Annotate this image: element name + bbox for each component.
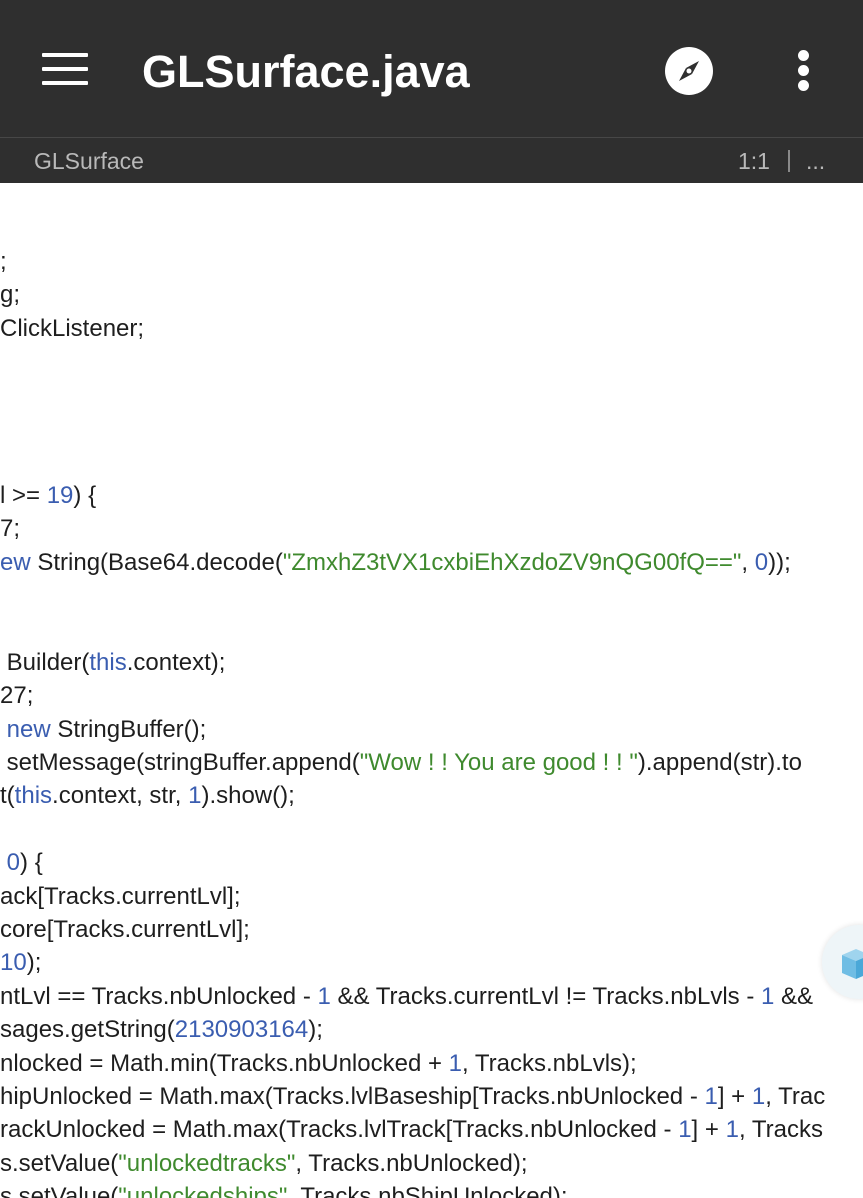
code-line: s.setValue("unlockedtracks", Tracks.nbUn…	[0, 1147, 528, 1180]
code-token: new	[6, 716, 51, 743]
code-token: ).show();	[201, 782, 295, 809]
code-token: "ZmxhZ3tVX1cxbiEhXzdoZV9nQG00fQ=="	[282, 549, 742, 576]
code-token: 1	[678, 1116, 692, 1143]
code-token: , Trac	[765, 1083, 826, 1110]
code-token: ).append(str).to	[637, 749, 802, 776]
more-vert-icon[interactable]	[796, 50, 812, 92]
code-line: sages.getString(2130903164);	[0, 1013, 323, 1046]
code-line: g;	[0, 278, 20, 311]
cursor-position: 1:1	[738, 148, 770, 174]
code-token: 0	[754, 549, 769, 576]
code-token: "unlockedships"	[118, 1183, 288, 1198]
code-token: 1	[704, 1083, 718, 1110]
code-token: s.setValue(	[0, 1150, 119, 1177]
code-line: rackUnlocked = Math.max(Tracks.lvlTrack[…	[0, 1113, 823, 1146]
code-token: this	[89, 649, 127, 676]
code-token: s.setValue(	[0, 1183, 119, 1198]
code-token: && Tracks.currentLvl != Tracks.nbLvls -	[330, 983, 761, 1010]
code-line: setMessage(stringBuffer.append("Wow ! ! …	[0, 746, 802, 779]
code-token: 1	[760, 983, 775, 1010]
app-bar: GLSurface.java	[0, 0, 863, 137]
code-editor[interactable]: ; g; ClickListener; l >= 19) {7; ew String(B…	[0, 183, 863, 1198]
code-token: 1	[725, 1116, 739, 1143]
code-line: t(this.context, str, 1).show();	[0, 779, 295, 812]
code-token: ] +	[717, 1083, 752, 1110]
code-token: , Tracks	[738, 1116, 823, 1143]
code-token: &&	[774, 983, 814, 1010]
code-token: , Tracks.nbShipUnlocked);	[287, 1183, 568, 1198]
code-token: .context);	[126, 649, 226, 676]
code-token: StringBuffer();	[50, 716, 207, 743]
code-line: core[Tracks.currentLvl];	[0, 913, 250, 946]
more-options[interactable]: ...	[806, 148, 825, 175]
code-token: 1	[751, 1083, 766, 1110]
code-token: 7;	[0, 515, 21, 542]
code-line: ack[Tracks.currentLvl];	[0, 880, 241, 913]
code-token: 2130903164	[174, 1016, 309, 1043]
code-token: , Tracks.nbLvls);	[462, 1050, 637, 1077]
code-token: String(Base64.decode(	[30, 549, 283, 576]
cube-icon	[842, 949, 863, 979]
code-token: Builder(	[0, 649, 90, 676]
code-token: );	[26, 949, 42, 976]
code-line: nlocked = Math.min(Tracks.nbUnlocked + 1…	[0, 1047, 637, 1080]
code-token: ack[Tracks.currentLvl];	[0, 883, 241, 910]
code-token: 0	[6, 849, 21, 876]
code-token: ClickListener;	[0, 315, 145, 342]
code-token: ,	[741, 549, 755, 576]
code-token: 19	[46, 482, 74, 509]
code-line: ;	[0, 245, 7, 278]
code-token: g;	[0, 281, 21, 308]
file-title: GLSurface.java	[142, 46, 470, 97]
code-line: ntLvl == Tracks.nbUnlocked - 1 && Tracks…	[0, 980, 813, 1013]
code-line: 0) {	[0, 846, 43, 879]
code-token: ) {	[20, 849, 43, 876]
code-token: ew	[0, 549, 31, 576]
code-token: 1	[448, 1050, 462, 1077]
code-token: ));	[768, 549, 791, 576]
code-token: t(	[0, 782, 15, 809]
path-bar: GLSurface 1:1 ...	[0, 138, 863, 183]
code-token: 10	[0, 949, 27, 976]
code-token: ntLvl == Tracks.nbUnlocked -	[0, 983, 318, 1010]
code-line: ClickListener;	[0, 312, 144, 345]
code-token: 1	[317, 983, 331, 1010]
code-token: ] +	[691, 1116, 726, 1143]
code-token: ) {	[73, 482, 97, 509]
menu-icon[interactable]	[42, 53, 88, 86]
code-line: new StringBuffer();	[0, 713, 207, 746]
code-token: 27;	[0, 682, 34, 709]
code-token: sages.getString(	[0, 1016, 175, 1043]
code-line: 10);	[0, 946, 41, 979]
code-token: "unlockedtracks"	[118, 1150, 296, 1177]
code-line: l >= 19) {	[0, 479, 96, 512]
compass-icon[interactable]	[664, 46, 714, 96]
code-token: core[Tracks.currentLvl];	[0, 916, 250, 943]
code-token: "Wow ! ! You are good ! ! "	[359, 749, 638, 776]
code-token: 1	[188, 782, 202, 809]
code-token: );	[308, 1016, 323, 1043]
code-line: Builder(this.context);	[0, 646, 226, 679]
code-line: ew String(Base64.decode("ZmxhZ3tVX1cxbiE…	[0, 546, 791, 579]
code-token: nlocked = Math.min(Tracks.nbUnlocked +	[0, 1050, 449, 1077]
code-line: s.setValue("unlockedships", Tracks.nbShi…	[0, 1180, 568, 1198]
code-token: , Tracks.nbUnlocked);	[295, 1150, 528, 1177]
separator	[788, 150, 790, 172]
code-token: setMessage(stringBuffer.append(	[0, 749, 360, 776]
code-token: this	[14, 782, 53, 809]
code-token: l >=	[0, 482, 47, 509]
code-token: hipUnlocked = Math.max(Tracks.lvlBaseshi…	[0, 1083, 705, 1110]
breadcrumb[interactable]: GLSurface	[34, 148, 144, 175]
code-line: hipUnlocked = Math.max(Tracks.lvlBaseshi…	[0, 1080, 825, 1113]
code-token: rackUnlocked = Math.max(Tracks.lvlTrack[…	[0, 1116, 679, 1143]
code-line: 7;	[0, 512, 20, 545]
code-line: 27;	[0, 679, 33, 712]
code-token: .context, str,	[52, 782, 189, 809]
code-token: ;	[0, 248, 7, 275]
